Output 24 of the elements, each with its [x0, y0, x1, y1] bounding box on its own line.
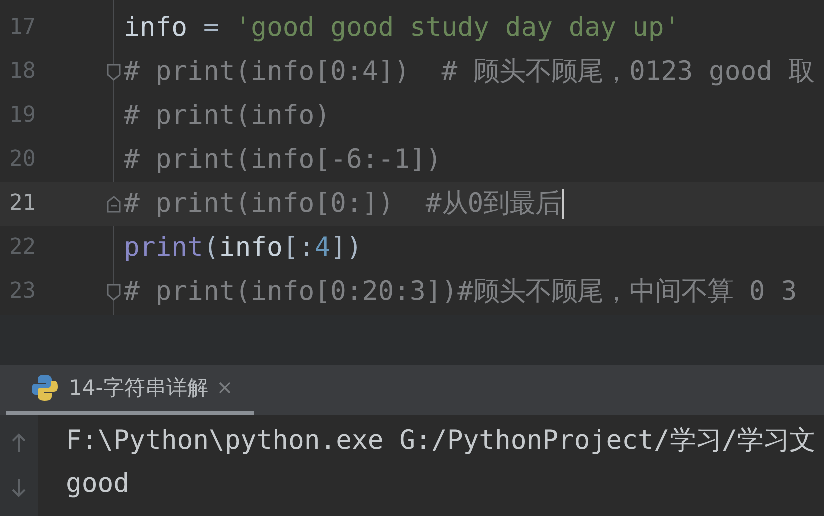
console-output-line: F:\Python\python.exe G:/PythonProject/学习/学习文	[66, 424, 816, 458]
close-icon[interactable]	[218, 381, 232, 395]
code-line: print(info[:4])	[124, 232, 362, 264]
line-number: 18	[8, 58, 36, 86]
code-line: # print(info)	[124, 100, 331, 132]
line-number: 23	[8, 278, 36, 306]
console-output-line: good	[66, 467, 131, 501]
code-line: # print(info[-6:-1])	[124, 144, 442, 176]
code-line: # print(info[0:4]) # 顾头不顾尾，0123 good 取	[124, 56, 814, 88]
fold-marker-icon[interactable]	[106, 282, 122, 302]
code-line: # print(info[0:]) #从0到最后	[124, 188, 562, 220]
up-arrow-icon[interactable]	[11, 433, 27, 454]
line-number: 19	[8, 102, 36, 130]
line-number: 21	[8, 190, 36, 218]
fold-marker-icon[interactable]	[106, 194, 122, 214]
line-number: 20	[8, 146, 36, 174]
line-number: 22	[8, 234, 36, 262]
down-arrow-icon[interactable]	[11, 478, 27, 498]
line-number: 17	[8, 14, 36, 42]
python-logo-icon	[31, 374, 59, 402]
code-line: info = 'good good study day day up'	[124, 12, 680, 44]
text-cursor	[562, 189, 564, 219]
code-line: # print(info[0:20:3])#顾头不顾尾，中间不算 0 3	[124, 276, 798, 308]
fold-marker-icon[interactable]	[106, 62, 122, 82]
